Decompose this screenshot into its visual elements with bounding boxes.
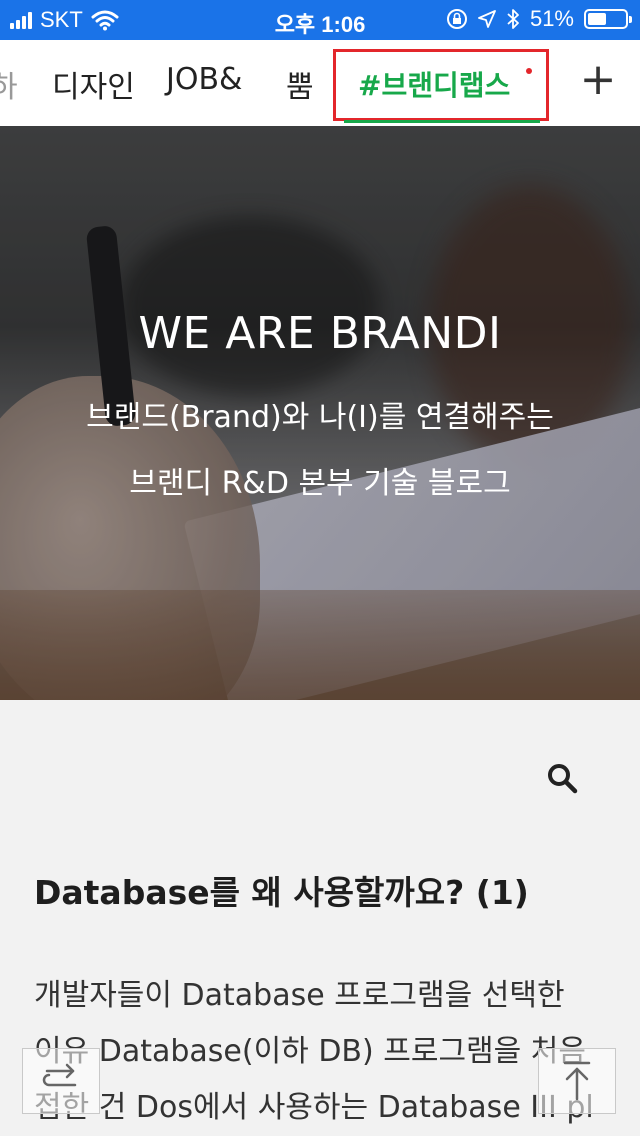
post-excerpt-line: 접한 건 Dos에서 사용하는 Database III pl xyxy=(34,1090,594,1125)
add-tab-button[interactable]: + xyxy=(578,58,618,104)
hero-banner: WE ARE BRANDI 브랜드(Brand)와 나(I)를 연결해주는 브랜… xyxy=(0,126,640,700)
bluetooth-icon xyxy=(507,9,519,29)
tab-job[interactable]: JOB& xyxy=(166,62,242,97)
arrow-up-icon xyxy=(563,1061,591,1101)
rotation-lock-icon xyxy=(446,9,467,29)
post-excerpt-line: 개발자들이 Database 프로그램을 선택한 xyxy=(34,978,565,1013)
active-tab-underline xyxy=(344,120,540,123)
battery-icon xyxy=(584,9,632,29)
status-bar: SKT 오후 1:06 51% xyxy=(0,0,640,40)
post-title[interactable]: Database를 왜 사용할까요? (1) xyxy=(34,866,529,914)
hero-subtitle-line1: 브랜드(Brand)와 나(I)를 연결해주는 xyxy=(86,400,554,435)
battery-percent: 51% xyxy=(529,6,574,31)
share-icon xyxy=(42,1063,77,1087)
tab-partial[interactable]: 하 xyxy=(0,62,18,106)
scroll-top-button[interactable] xyxy=(538,1048,616,1114)
location-icon xyxy=(478,10,496,28)
search-icon[interactable] xyxy=(546,762,578,794)
hero-subtitle-line2: 브랜디 R&D 본부 기술 블로그 xyxy=(129,466,511,501)
status-right: 51% xyxy=(446,6,632,32)
hero-title: WE ARE BRANDI xyxy=(138,308,502,359)
share-button[interactable] xyxy=(22,1048,100,1114)
tab-design[interactable]: 디자인 xyxy=(52,62,135,106)
category-tab-bar: 하 디자인 JOB& 뿜 #브랜디랩스 + xyxy=(0,40,640,127)
new-badge-dot xyxy=(526,68,532,74)
post-excerpt[interactable]: 개발자들이 Database 프로그램을 선택한 이유 Database(이하 … xyxy=(34,968,614,1136)
tab-brandi-labs[interactable]: #브랜디랩스 xyxy=(358,64,510,104)
post-excerpt-line: 이유 Database(이하 DB) 프로그램을 처음 xyxy=(34,1034,586,1069)
tab-ppum[interactable]: 뿜 xyxy=(286,62,314,106)
battery-fill xyxy=(588,13,606,25)
